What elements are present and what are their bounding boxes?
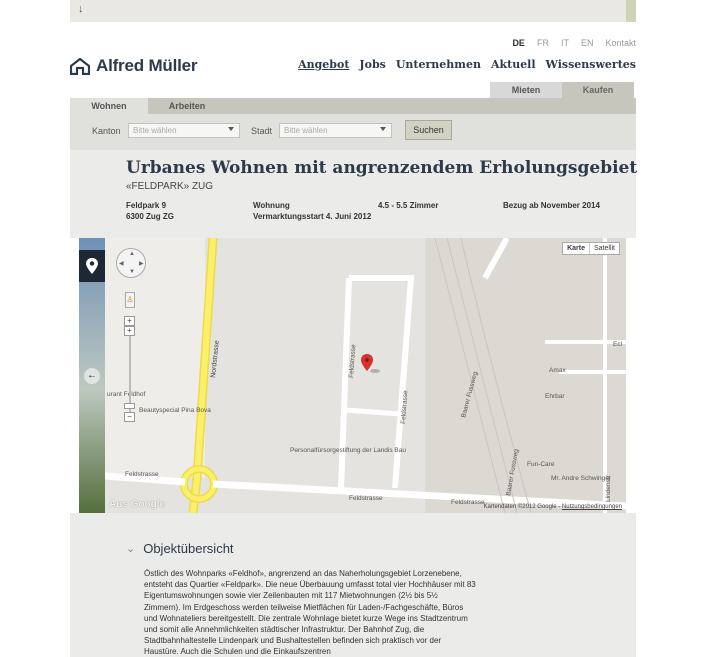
chevron-down-icon: ⌄ <box>126 543 136 555</box>
poi-label-personalfuersorge: Personalfürsorgestiftung der Landis Bau <box>290 447 406 454</box>
poi-label-ehrbar: Ehrbar <box>545 393 565 400</box>
rooms: 4.5 - 5.5 Zimmer <box>378 201 439 210</box>
street-view-panel[interactable]: ← <box>79 238 105 513</box>
nav-wissenswertes[interactable]: Wissenswertes <box>546 58 636 71</box>
poi-label-andre-schwinger: Mr. Andre Schwinger <box>551 475 612 482</box>
property-type: Wohnung <box>253 201 290 210</box>
contact-link[interactable]: Kontakt <box>605 38 636 48</box>
decorative-corner <box>626 0 636 22</box>
overview-section: ⌄ Objektübersicht Östlich des Wohnparks … <box>70 513 636 657</box>
marketing-start: Vermarktungsstart 4. Juni 2012 <box>253 212 372 221</box>
pan-control[interactable]: ▲ ▼ ◀ ▶ <box>116 248 146 278</box>
poi-label-lindenstr: Lindenstr <box>605 474 612 502</box>
map-copyright: Kartendaten ©2012 Google - Nutzungsbedin… <box>483 504 622 510</box>
map-pin-toggle[interactable] <box>79 250 105 282</box>
canton-select-value: Bitte wählen <box>133 126 177 135</box>
lang-fr[interactable]: FR <box>537 38 549 48</box>
market-tabs: Mieten Kaufen <box>70 82 636 98</box>
main-nav: Angebot Jobs Unternehmen Aktuell Wissens… <box>298 58 636 71</box>
logo[interactable]: Alfred Müller <box>70 56 198 76</box>
type-info: Wohnung Vermarktungsstart 4. Juni 2012 <box>253 200 371 222</box>
overview-header[interactable]: ⌄ Objektübersicht <box>126 541 234 556</box>
map-canvas: Nordstrasse Feldstrasse Feldstrasse Feld… <box>105 238 626 513</box>
poi-label-feldhof: urant Feldhof <box>107 391 145 398</box>
location-pin-icon <box>86 258 98 274</box>
pegman-icon[interactable]: ♙ <box>125 292 135 308</box>
address-line2: 6300 Zug ZG <box>126 212 175 221</box>
address-line1: Feldpark 9 <box>126 201 167 210</box>
nav-angebot[interactable]: Angebot <box>298 58 349 71</box>
lang-de[interactable]: DE <box>512 38 525 48</box>
tab-mieten[interactable]: Mieten <box>490 82 562 98</box>
street-label-feldstrasse: Feldstrasse <box>451 499 485 506</box>
poi-label-fun-care: Fun-Care <box>527 461 555 468</box>
city-label: Stadt <box>251 126 273 136</box>
zoom-in-button[interactable]: + <box>124 316 135 326</box>
map-copyright-text: Kartendaten ©2012 Google - <box>483 504 561 510</box>
terms-link[interactable]: Nutzungsbedingungen <box>562 504 622 510</box>
search-tabs: Wohnen Arbeiten <box>70 98 226 114</box>
pan-down-icon[interactable]: ▼ <box>129 269 135 275</box>
chevron-down-icon <box>380 127 386 131</box>
logo-text: Alfred Müller <box>96 56 198 75</box>
map-type-karte[interactable]: Karte <box>563 243 590 254</box>
zoom-in-small-button[interactable]: + <box>124 326 135 336</box>
city-select-value: Bitte wählen <box>284 126 328 135</box>
google-logo: Aus Google <box>109 499 165 510</box>
street-label-feldstrasse: Feldstrasse <box>349 495 383 502</box>
tab-kaufen[interactable]: Kaufen <box>562 82 634 98</box>
down-arrow-icon[interactable]: ↓ <box>78 3 84 15</box>
house-logo-icon <box>70 57 90 75</box>
lang-it[interactable]: IT <box>561 38 569 48</box>
street-view-label: Aus <box>109 499 128 510</box>
address: Feldpark 9 6300 Zug ZG <box>126 200 174 222</box>
search-button[interactable]: Suchen <box>405 120 452 140</box>
property-title: Urbanes Wohnen mit angrenzendem Erholung… <box>126 158 638 178</box>
top-strip: ↓ <box>70 0 636 22</box>
pan-up-icon[interactable]: ▲ <box>129 251 135 257</box>
overview-heading: Objektübersicht <box>143 541 234 556</box>
map[interactable]: ← Nordstrasse Feldstrasse Feldstrasse Fe… <box>79 238 626 513</box>
city-select[interactable]: Bitte wählen <box>279 123 392 138</box>
move-in: Bezug ab November 2014 <box>503 201 600 210</box>
street-label-feldstrasse: Feldstrasse <box>125 471 159 478</box>
property-subtitle: «FELDPARK» ZUG <box>126 181 214 192</box>
search-row: Kanton Bitte wählen Stadt Bitte wählen S… <box>70 114 636 150</box>
zoom-out-button[interactable]: − <box>124 412 135 422</box>
map-type-toggle: Karte Satellit <box>562 242 620 255</box>
overview-text: Östlich des Wohnparks «Feldhof», angrenz… <box>144 569 476 657</box>
chevron-down-icon <box>228 127 234 131</box>
pan-left-icon[interactable]: ◀ <box>119 260 124 267</box>
tab-wohnen[interactable]: Wohnen <box>70 98 148 114</box>
canton-label: Kanton <box>92 126 121 136</box>
poi-label-ecl: Ecl <box>613 341 623 348</box>
google-logo-text: Google <box>130 499 166 510</box>
property-info: Urbanes Wohnen mit angrenzendem Erholung… <box>70 150 638 238</box>
zoom-slider-thumb[interactable] <box>124 403 135 409</box>
lang-en[interactable]: EN <box>581 38 594 48</box>
nav-aktuell[interactable]: Aktuell <box>491 58 536 71</box>
page: DE FR IT EN Kontakt Alfred Müller Angebo… <box>70 22 638 657</box>
back-arrow-icon[interactable]: ← <box>84 368 100 384</box>
canton-select[interactable]: Bitte wählen <box>128 123 240 138</box>
poi-label-beautyspecial: Beautyspecial Pina Bova <box>139 407 211 414</box>
nav-unternehmen[interactable]: Unternehmen <box>396 58 481 71</box>
search-panel: Wohnen Arbeiten Kanton Bitte wählen Stad… <box>70 98 636 150</box>
nav-jobs[interactable]: Jobs <box>359 58 385 71</box>
poi-label-amax: Amax <box>549 367 566 374</box>
map-type-satellit[interactable]: Satellit <box>590 243 619 254</box>
pan-right-icon[interactable]: ▶ <box>139 260 144 267</box>
tab-arbeiten[interactable]: Arbeiten <box>148 98 226 114</box>
language-bar: DE FR IT EN Kontakt <box>512 38 636 48</box>
